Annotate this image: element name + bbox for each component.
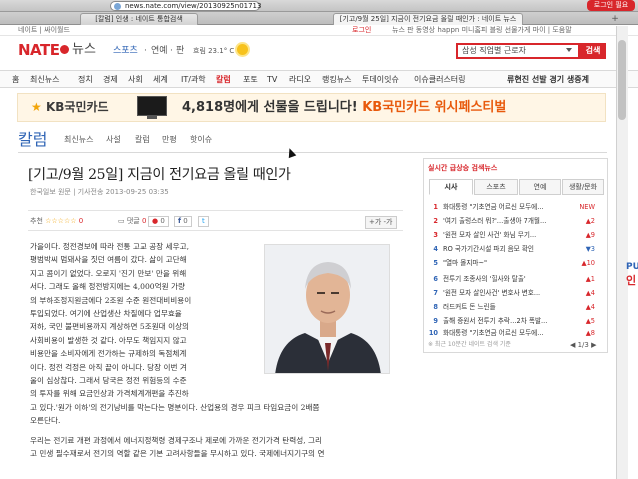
- new-tab-button[interactable]: +: [608, 14, 622, 24]
- list-item[interactable]: 10 화대통령 "기초연금 어르신 모두에... ▲8: [428, 328, 603, 338]
- nav-today-issue[interactable]: 투데이잇슈: [362, 74, 399, 85]
- article-byline: 한국일보 원문 | 기사전송 2013-09-25 03:35: [30, 188, 169, 196]
- nav-latest[interactable]: 최신뉴스: [30, 74, 59, 85]
- section-tab-editorial[interactable]: 사설: [106, 135, 121, 145]
- trending-tab-sports[interactable]: 스포츠: [474, 179, 518, 195]
- section-tab-hot-issue[interactable]: 핫이슈: [190, 135, 212, 145]
- article-photo: [264, 244, 390, 374]
- nav-politics[interactable]: 정치: [78, 74, 93, 85]
- section-title[interactable]: 칼럼: [18, 130, 47, 150]
- trending-title: 실시간 급상승 검색뉴스: [428, 164, 498, 172]
- list-item[interactable]: 4 RO 국가기간시설 파괴 음모 확인 ▼3: [428, 244, 603, 254]
- nav-issue-cluster[interactable]: 이슈클러스터링: [414, 74, 466, 85]
- nav-tv[interactable]: TV: [267, 74, 277, 85]
- util-links-right[interactable]: 뉴스 판 동영상 happn 미니홈피 블링 선물가게 마이 | 도움말: [392, 25, 572, 36]
- site-login-link[interactable]: 로그인: [352, 25, 371, 36]
- recommend-button[interactable]: 추천 ☆☆☆☆☆ 0: [30, 216, 83, 226]
- sun-icon: [237, 44, 248, 55]
- trending-tab-life-culture[interactable]: 생활/문화: [562, 179, 604, 195]
- nav-promo-link[interactable]: 류현진 선발 경기 생중계: [507, 74, 589, 85]
- nav-world[interactable]: 세계: [153, 74, 168, 85]
- browser-tab-search[interactable]: [칼럼] 인생 : 네이트 통합검색: [80, 13, 198, 25]
- scrollbar-thumb[interactable]: [618, 40, 626, 120]
- service-pann[interactable]: 판: [176, 45, 184, 57]
- browser-toolbar: [0, 0, 638, 12]
- search-button[interactable]: 검색: [580, 43, 606, 59]
- nate-share-icon: ●: [152, 217, 159, 225]
- service-divider-2: ·: [170, 46, 173, 56]
- trending-pager[interactable]: ◀ 1/3 ▶: [570, 340, 596, 350]
- article-headline: [기고/9월 25일] 지금이 전기요금 올릴 때인가: [28, 167, 291, 183]
- section-tab-column[interactable]: 칼럼: [135, 135, 150, 145]
- nate-logo[interactable]: NATE: [18, 41, 70, 59]
- browser-login-button[interactable]: 로그인 필요: [587, 0, 635, 11]
- address-bar[interactable]: news.nate.com/view/20130925n01713: [110, 1, 262, 11]
- logo-dot-icon: [60, 45, 70, 54]
- person-portrait-icon: [265, 245, 389, 373]
- utility-bar: 네이트 | 싸이월드 로그인 뉴스 판 동영상 happn 미니홈피 블링 선물…: [0, 25, 638, 36]
- section-tab-latest[interactable]: 최신뉴스: [64, 135, 93, 145]
- share-toolbar: [28, 210, 403, 231]
- tv-icon: [137, 96, 167, 116]
- nav-it-science[interactable]: IT/과학: [181, 74, 206, 85]
- font-size-buttons[interactable]: +가 -가: [365, 216, 397, 229]
- share-nate-button[interactable]: ● 0: [148, 216, 169, 227]
- search-dropdown-icon[interactable]: [566, 48, 572, 52]
- url-text: news.nate.com/view/20130925n01713: [125, 2, 262, 10]
- list-item[interactable]: 7 '원전 모자 살인사건' 변호사 변호... ▲4: [428, 288, 603, 298]
- banner-headline: 4,818명에게 선물을 드립니다! KB국민카드 위시페스티벌: [182, 100, 507, 115]
- search-input[interactable]: 삼성 직업별 근로자: [456, 43, 580, 59]
- list-item[interactable]: 6 전투기 조종사의 '힐사와 탈출' ▲1: [428, 274, 603, 284]
- news-logo[interactable]: 뉴스: [72, 42, 96, 58]
- nav-radio[interactable]: 라디오: [289, 74, 311, 85]
- trending-footnote: ※ 최근 10분간 네이트 검색 기준: [428, 341, 511, 348]
- offscreen-ad-text-a: PU: [626, 262, 638, 272]
- facebook-icon: f: [178, 217, 182, 225]
- reply-button[interactable]: ▭ 댓글 0: [118, 216, 146, 226]
- offscreen-ad-text-b: 인: [626, 274, 637, 287]
- list-item[interactable]: 1 화대통령 "기초연금 어르신 모두에... NEW: [428, 202, 603, 212]
- reply-icon: ▭: [118, 217, 125, 225]
- nav-photo[interactable]: 포토: [243, 74, 258, 85]
- globe-icon: [114, 3, 121, 10]
- list-item[interactable]: 5 "열마 몰지마~" ▲10: [428, 258, 603, 268]
- list-item[interactable]: 2 '여기 출렁스러 뭐?'…출생아 7개월... ▲2: [428, 216, 603, 226]
- service-sports[interactable]: 스포츠: [113, 45, 138, 57]
- trending-tab-entertainment[interactable]: 연예: [519, 179, 561, 195]
- util-links-left[interactable]: 네이트 | 싸이월드: [18, 25, 70, 36]
- share-facebook-button[interactable]: f 0: [174, 216, 192, 227]
- list-item[interactable]: 9 출해 증원서 전투기 추락…2차 폭발... ▲5: [428, 316, 603, 326]
- list-item[interactable]: 3 '원전 모자 살인 사건' 화님 무기... ▲9: [428, 230, 603, 240]
- list-item[interactable]: 8 러드커트 돈 느린들 ▲4: [428, 302, 603, 312]
- weather-text: 흐림 23.1° C: [193, 47, 235, 55]
- nav-society[interactable]: 사회: [128, 74, 143, 85]
- twitter-icon: t: [202, 217, 205, 225]
- browser-tab-article[interactable]: [기고/9월 25일] 지금이 전기요금 올릴 때인가 : 네이트 뉴스: [333, 13, 523, 25]
- nav-ranking[interactable]: 랭킹뉴스: [322, 74, 351, 85]
- trending-tab-current-affairs[interactable]: 시사: [429, 179, 473, 195]
- kb-card-logo: ★ KB국민카드: [31, 100, 109, 114]
- star-icon: ★: [31, 100, 42, 114]
- service-entertainment[interactable]: 연예: [151, 45, 168, 57]
- mouse-cursor-icon: [285, 146, 297, 159]
- nav-column[interactable]: 칼럼: [216, 74, 231, 85]
- service-divider-1: ·: [144, 46, 147, 56]
- share-twitter-button[interactable]: t: [198, 216, 209, 227]
- section-divider: [18, 152, 607, 153]
- nav-home[interactable]: 홈: [12, 74, 19, 85]
- nav-economy[interactable]: 경제: [103, 74, 118, 85]
- section-tab-cartoon[interactable]: 만평: [162, 135, 177, 145]
- tv-stand-icon: [147, 116, 157, 119]
